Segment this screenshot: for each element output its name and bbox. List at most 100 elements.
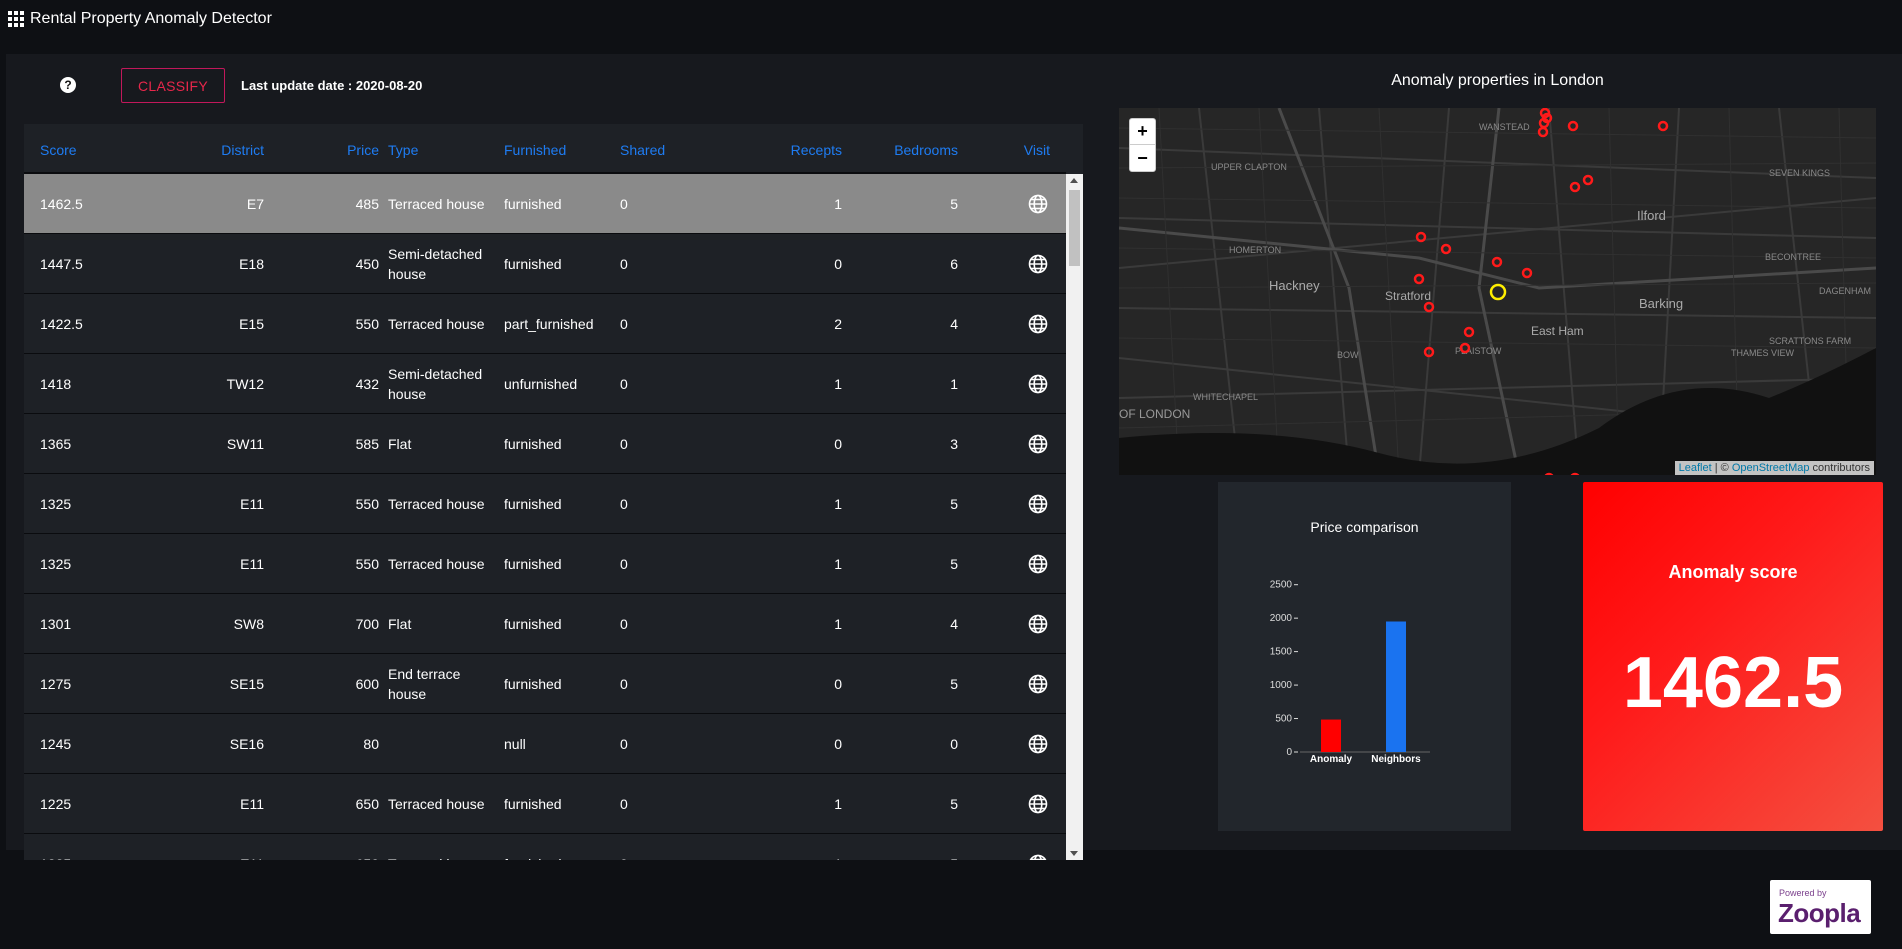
visit-globe-icon[interactable] (1028, 414, 1058, 474)
cell-shared: 0 (620, 316, 628, 332)
help-icon[interactable]: ? (60, 77, 76, 93)
cell-district: SE15 (229, 676, 264, 692)
cell-bedrooms: 1 (950, 376, 958, 392)
cell-shared: 0 (620, 196, 628, 212)
cell-score: 1462.5 (40, 196, 83, 212)
visit-globe-icon[interactable] (1028, 594, 1058, 654)
cell-price: 585 (355, 436, 379, 452)
table-row[interactable]: 1301 SW8 700 Flat furnished 0 1 4 (24, 594, 1066, 654)
bar-neighbors[interactable] (1386, 621, 1406, 753)
column-header-visit[interactable]: Visit (990, 142, 1050, 158)
cell-furnished: furnished (504, 796, 562, 812)
map-label: Ilford (1637, 208, 1666, 223)
map-label: Hackney (1269, 278, 1320, 293)
visit-globe-icon[interactable] (1028, 714, 1058, 774)
cell-recepts: 0 (834, 256, 842, 272)
cell-recepts: 0 (834, 736, 842, 752)
column-header-price[interactable]: Price (284, 142, 379, 158)
visit-globe-icon[interactable] (1028, 474, 1058, 534)
column-header-bedrooms[interactable]: Bedrooms (858, 142, 958, 158)
visit-globe-icon[interactable] (1028, 234, 1058, 294)
cell-bedrooms: 6 (950, 256, 958, 272)
table-header: Score District Price Type Furnished Shar… (24, 124, 1066, 174)
cell-furnished: furnished (504, 196, 562, 212)
cell-shared: 0 (620, 616, 628, 632)
cell-furnished: furnished (504, 436, 562, 452)
cell-bedrooms: 5 (950, 796, 958, 812)
map-label: WANSTEAD (1479, 122, 1530, 132)
scroll-thumb[interactable] (1069, 190, 1080, 266)
visit-globe-icon[interactable] (1028, 354, 1058, 414)
classify-button[interactable]: CLASSIFY (121, 68, 225, 103)
visit-globe-icon[interactable] (1028, 534, 1058, 594)
cell-district: E11 (240, 556, 264, 572)
cell-shared: 0 (620, 676, 628, 692)
cell-recepts: 1 (834, 556, 842, 572)
table-row[interactable]: 1422.5 E15 550 Terraced house part_furnished… (24, 294, 1066, 354)
zoom-out-button[interactable]: − (1130, 145, 1155, 171)
table-row[interactable]: 1365 SW11 585 Flat furnished 0 0 3 (24, 414, 1066, 474)
column-header-furnished[interactable]: Furnished (504, 142, 566, 158)
cell-score: 1418 (40, 376, 72, 392)
cell-shared: 0 (620, 436, 628, 452)
cell-price: 550 (355, 496, 379, 512)
map-title: Anomaly properties in London (1391, 72, 1604, 89)
anomaly-map[interactable]: WANSTEAD UPPER CLAPTON SEVEN KINGS Ilfor… (1119, 108, 1876, 475)
cell-recepts: 1 (834, 196, 842, 212)
column-header-shared[interactable]: Shared (620, 142, 665, 158)
zoom-in-button[interactable]: + (1130, 119, 1155, 145)
apps-grid-icon[interactable] (8, 11, 24, 27)
y-tick-label: 2500 (1270, 580, 1293, 591)
cell-furnished: null (504, 736, 526, 752)
cell-score: 1301 (40, 616, 72, 632)
table-row[interactable]: 1225E11650Terraced housefurnished015 (24, 834, 1066, 860)
visit-globe-icon[interactable] (1028, 654, 1058, 714)
cell-bedrooms: 5 (950, 196, 958, 212)
anomaly-score-title: Anomaly score (1668, 562, 1798, 582)
anomaly-marker[interactable] (1570, 472, 1580, 475)
visit-globe-icon[interactable] (1028, 294, 1058, 354)
openstreetmap-link[interactable]: OpenStreetMap (1732, 462, 1810, 474)
cell-price: 550 (355, 556, 379, 572)
map-label: HOMERTON (1229, 245, 1281, 255)
column-header-district[interactable]: District (154, 142, 264, 158)
cell-furnished: furnished (504, 556, 562, 572)
cell-type: Terraced house (388, 316, 485, 332)
cell-district: SW11 (226, 436, 264, 452)
visit-globe-icon[interactable] (1028, 774, 1058, 834)
table-scrollbar[interactable] (1066, 174, 1083, 860)
cell-type: End terrace house (388, 666, 461, 702)
map-label: East Ham (1531, 324, 1584, 338)
cell-district: TW12 (226, 376, 264, 392)
x-category-label: Neighbors (1371, 754, 1421, 765)
table-row[interactable]: 1447.5 E18 450 Semi-detached house furnished… (24, 234, 1066, 294)
bar-anomaly[interactable] (1321, 719, 1341, 752)
zoopla-logo[interactable]: Powered by Zoopla (1770, 880, 1871, 934)
cell-bedrooms: 5 (950, 496, 958, 512)
table-row[interactable]: 1225E11650Terraced housefurnished015 (24, 774, 1066, 834)
scroll-up-arrow-icon[interactable] (1070, 178, 1078, 183)
table-row[interactable]: 1245 SE16 80 null 0 0 0 (24, 714, 1066, 774)
table-row[interactable]: 1462.5 E7 485 Terraced house furnished 0 1 5 (24, 174, 1066, 234)
anomaly-marker[interactable] (1544, 472, 1554, 475)
scroll-down-arrow-icon[interactable] (1070, 851, 1078, 856)
table-row[interactable]: 1418 TW12 432 Semi-detached house unfurnishe… (24, 354, 1066, 414)
cell-price: 450 (355, 256, 379, 272)
cell-district: E15 (239, 316, 264, 332)
leaflet-link[interactable]: Leaflet (1679, 462, 1712, 474)
column-header-type[interactable]: Type (388, 142, 418, 158)
cell-price: 700 (355, 616, 379, 632)
column-header-score[interactable]: Score (40, 142, 77, 158)
visit-globe-icon[interactable] (1028, 834, 1058, 860)
cell-type: Terraced house (388, 834, 488, 860)
cell-type: Flat (388, 616, 412, 632)
table-row[interactable]: 1275 SE15 600 End terrace house furnished 0 0 5 (24, 654, 1066, 714)
cell-shared: 0 (620, 556, 628, 572)
table-row[interactable]: 1325 E11 550 Terraced house furnished 0 1 5 (24, 474, 1066, 534)
attribution-suffix: contributors (1809, 462, 1870, 474)
column-header-recepts[interactable]: Recepts (724, 142, 842, 158)
cell-bedrooms: 0 (950, 736, 958, 752)
cell-district: SE16 (229, 736, 264, 752)
visit-globe-icon[interactable] (1028, 174, 1058, 234)
table-row[interactable]: 1325 E11 550 Terraced house furnished 0 1 5 (24, 534, 1066, 594)
